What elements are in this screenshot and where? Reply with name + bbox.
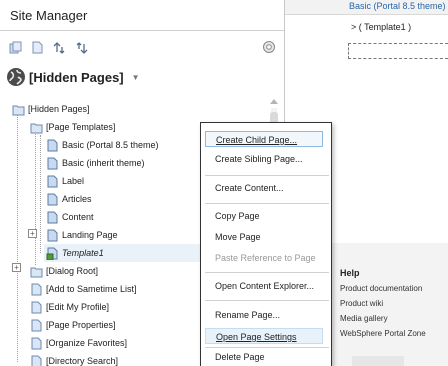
tree-node-label: [Add to Sametime List] xyxy=(46,284,137,294)
menu-item-copy-page[interactable]: Copy Page xyxy=(205,208,323,224)
tree-connector xyxy=(17,112,18,362)
tree-connector xyxy=(35,130,36,265)
page-icon xyxy=(47,157,58,169)
menu-item-paste-reference-to-page: Paste Reference to Page xyxy=(215,253,316,263)
menu-separator xyxy=(205,175,329,176)
page-icon xyxy=(31,355,42,366)
context-menu: Create Child Page... Create Sibling Page… xyxy=(200,122,332,366)
tree-node-label: Label xyxy=(62,176,85,186)
page-icon xyxy=(47,139,58,151)
page-tab-strip: Basic (Portal 8.5 theme) xyxy=(285,0,448,15)
page-icon xyxy=(47,211,58,223)
tree-node-dialog-root[interactable]: [Dialog Root] xyxy=(30,262,98,280)
tree-node-label: Template1 xyxy=(62,248,104,258)
tree-node-page-templates[interactable]: [Page Templates] xyxy=(30,118,115,136)
help-title: Help xyxy=(340,268,360,278)
tree-node-label: Basic (inherit theme) xyxy=(62,158,145,168)
menu-item-create-content[interactable]: Create Content... xyxy=(205,180,323,196)
tree-node-hidden-pages[interactable]: [Hidden Pages] xyxy=(12,100,90,118)
template-page-icon xyxy=(46,247,58,260)
folder-icon xyxy=(30,123,43,133)
tree-node-label: [Page Properties] xyxy=(46,320,116,330)
page-icon xyxy=(31,301,42,313)
menu-item-create-child-page[interactable]: Create Child Page... xyxy=(205,131,323,147)
tree-node-add-to-sametime-list[interactable]: [Add to Sametime List] xyxy=(30,280,137,298)
tree-node-label: [Edit My Profile] xyxy=(46,302,110,312)
pages-icon[interactable] xyxy=(8,40,22,54)
menu-item-rename-page[interactable]: Rename Page... xyxy=(205,307,323,323)
tree-node-label-page[interactable]: Label xyxy=(46,172,84,190)
tree-connector xyxy=(40,135,41,253)
tree-node-label: [Directory Search] xyxy=(46,356,119,366)
scroll-up-icon[interactable] xyxy=(269,96,279,106)
expand-toggle-dialog-root[interactable]: + xyxy=(12,263,21,272)
expand-toggle-landing-page[interactable]: + xyxy=(28,229,37,238)
tree-node-landing-page[interactable]: Landing Page xyxy=(46,226,118,244)
page-icon xyxy=(47,229,58,241)
tree-node-label: [Dialog Root] xyxy=(46,266,99,276)
menu-item-open-content-explorer[interactable]: Open Content Explorer... xyxy=(205,278,323,294)
folder-icon xyxy=(12,105,25,115)
panel-divider xyxy=(0,30,284,31)
menu-item-move-page[interactable]: Move Page xyxy=(205,229,323,245)
menu-separator xyxy=(205,272,329,273)
page-icon[interactable] xyxy=(30,40,44,54)
tree-node-label: Articles xyxy=(62,194,92,204)
menu-item-delete-page[interactable]: Delete Page xyxy=(205,349,323,365)
tree-node-directory-search[interactable]: [Directory Search] xyxy=(30,352,118,366)
help-link-websphere-portal-zone[interactable]: WebSphere Portal Zone xyxy=(340,329,426,338)
tree-node-basic-inherit-theme[interactable]: Basic (inherit theme) xyxy=(46,154,145,172)
drop-target-placeholder xyxy=(348,43,448,59)
toolbar xyxy=(8,40,276,54)
help-link-product-documentation[interactable]: Product documentation xyxy=(340,284,422,293)
chevron-down-icon[interactable]: ▼ xyxy=(132,73,140,82)
tree-node-label: [Hidden Pages] xyxy=(28,104,90,114)
page-icon xyxy=(47,193,58,205)
space-selector[interactable]: [Hidden Pages] ▼ xyxy=(6,66,140,88)
move-up-icon[interactable] xyxy=(52,40,66,54)
menu-separator xyxy=(205,300,329,301)
breadcrumb: > ( Template1 ) xyxy=(351,22,412,32)
page-icon xyxy=(47,175,58,187)
help-link-product-wiki[interactable]: Product wiki xyxy=(340,299,383,308)
folder-icon xyxy=(30,267,43,277)
settings-icon[interactable] xyxy=(262,40,276,54)
tree-node-label: Basic (Portal 8.5 theme) xyxy=(62,140,159,150)
tree-node-label: [Page Templates] xyxy=(46,122,116,132)
tree-node-edit-my-profile[interactable]: [Edit My Profile] xyxy=(30,298,109,316)
menu-separator xyxy=(205,203,329,204)
help-link-media-gallery[interactable]: Media gallery xyxy=(340,314,388,323)
page-icon xyxy=(31,319,42,331)
space-selector-label: [Hidden Pages] xyxy=(29,69,124,85)
page-icon xyxy=(31,337,42,349)
page-tab-link[interactable]: Basic (Portal 8.5 theme) xyxy=(349,1,446,11)
menu-separator xyxy=(205,347,329,348)
tree-node-articles[interactable]: Articles xyxy=(46,190,92,208)
menu-item-open-page-settings[interactable]: Open Page Settings xyxy=(205,328,323,344)
tree-node-page-properties[interactable]: [Page Properties] xyxy=(30,316,116,334)
tree-node-content[interactable]: Content xyxy=(46,208,94,226)
tree-node-basic-portal-theme[interactable]: Basic (Portal 8.5 theme) xyxy=(46,136,159,154)
globe-icon xyxy=(7,68,25,86)
tree-node-label: Content xyxy=(62,212,94,222)
tree-node-label: Landing Page xyxy=(62,230,118,240)
page-icon xyxy=(31,283,42,295)
move-down-icon[interactable] xyxy=(74,40,88,54)
tree-node-label: [Organize Favorites] xyxy=(46,338,128,348)
menu-item-create-sibling-page[interactable]: Create Sibling Page... xyxy=(205,151,323,167)
tree-node-organize-favorites[interactable]: [Organize Favorites] xyxy=(30,334,127,352)
panel-title: Site Manager xyxy=(10,8,88,23)
footer-tab xyxy=(352,356,404,366)
